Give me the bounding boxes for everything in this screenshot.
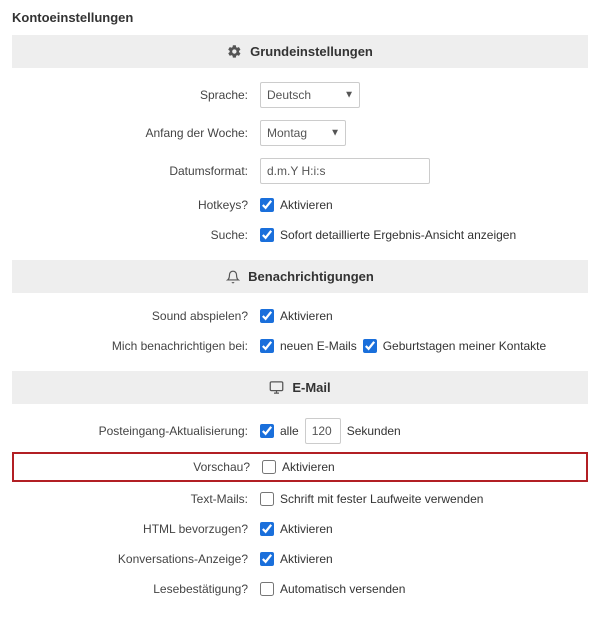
refresh-prefix: alle [280,424,299,438]
conversation-checkbox[interactable] [260,552,274,566]
sound-option: Aktivieren [280,309,333,323]
hotkeys-option: Aktivieren [280,198,333,212]
label-dateformat: Datumsformat: [12,164,260,178]
label-readreceipt: Lesebestätigung? [12,582,260,596]
row-preview: Vorschau? Aktivieren [12,452,588,482]
section-title-basic: Grundeinstellungen [250,44,373,59]
label-language: Sprache: [12,88,260,102]
notify-bday-option: Geburtstagen meiner Kontakte [383,339,546,353]
textmails-option: Schrift mit fester Laufweite verwenden [280,492,483,506]
gear-icon [227,44,242,59]
label-hotkeys: Hotkeys? [12,198,260,212]
textmails-checkbox[interactable] [260,492,274,506]
label-preferhtml: HTML bevorzugen? [12,522,260,536]
section-body-basic: Sprache: Deutsch ▼ Anfang der Woche: Mon… [12,68,588,256]
search-checkbox[interactable] [260,228,274,242]
row-dateformat: Datumsformat: [12,152,588,190]
preview-checkbox[interactable] [262,460,276,474]
label-search: Suche: [12,228,260,242]
notify-bday-checkbox[interactable] [363,339,377,353]
row-conversation: Konversations-Anzeige? Aktivieren [12,544,588,574]
dateformat-input[interactable] [260,158,430,184]
monitor-icon [269,380,284,395]
preferhtml-option: Aktivieren [280,522,333,536]
preview-option: Aktivieren [282,460,335,474]
refresh-seconds-input[interactable] [305,418,341,444]
row-search: Suche: Sofort detaillierte Ergebnis-Ansi… [12,220,588,250]
page-title: Kontoeinstellungen [12,10,588,25]
label-refresh: Posteingang-Aktualisierung: [12,424,260,438]
search-option: Sofort detaillierte Ergebnis-Ansicht anz… [280,228,516,242]
row-textmails: Text-Mails: Schrift mit fester Laufweite… [12,484,588,514]
sound-checkbox[interactable] [260,309,274,323]
notify-email-option: neuen E-Mails [280,339,357,353]
notify-email-checkbox[interactable] [260,339,274,353]
section-header-notifications: Benachrichtigungen [12,260,588,293]
language-select[interactable]: Deutsch [260,82,360,108]
refresh-suffix: Sekunden [347,424,401,438]
row-notifyon: Mich benachrichtigen bei: neuen E-Mails … [12,331,588,361]
section-body-notifications: Sound abspielen? Aktivieren Mich benachr… [12,293,588,367]
row-weekstart: Anfang der Woche: Montag ▼ [12,114,588,152]
label-weekstart: Anfang der Woche: [12,126,260,140]
section-header-basic: Grundeinstellungen [12,35,588,68]
label-preview: Vorschau? [14,460,262,474]
section-header-email: E-Mail [12,371,588,404]
row-language: Sprache: Deutsch ▼ [12,76,588,114]
account-settings-page: Kontoeinstellungen Grundeinstellungen Sp… [0,0,600,630]
row-preferhtml: HTML bevorzugen? Aktivieren [12,514,588,544]
label-conversation: Konversations-Anzeige? [12,552,260,566]
row-refresh: Posteingang-Aktualisierung: alle Sekunde… [12,412,588,450]
refresh-checkbox[interactable] [260,424,274,438]
hotkeys-checkbox[interactable] [260,198,274,212]
section-title-email: E-Mail [292,380,330,395]
bell-icon [226,270,240,284]
preferhtml-checkbox[interactable] [260,522,274,536]
label-notifyon: Mich benachrichtigen bei: [12,339,260,353]
conversation-option: Aktivieren [280,552,333,566]
section-body-email: Posteingang-Aktualisierung: alle Sekunde… [12,404,588,610]
label-textmails: Text-Mails: [12,492,260,506]
row-readreceipt: Lesebestätigung? Automatisch versenden [12,574,588,604]
readreceipt-option: Automatisch versenden [280,582,405,596]
row-hotkeys: Hotkeys? Aktivieren [12,190,588,220]
section-title-notifications: Benachrichtigungen [248,269,374,284]
row-sound: Sound abspielen? Aktivieren [12,301,588,331]
weekstart-select[interactable]: Montag [260,120,346,146]
readreceipt-checkbox[interactable] [260,582,274,596]
label-sound: Sound abspielen? [12,309,260,323]
